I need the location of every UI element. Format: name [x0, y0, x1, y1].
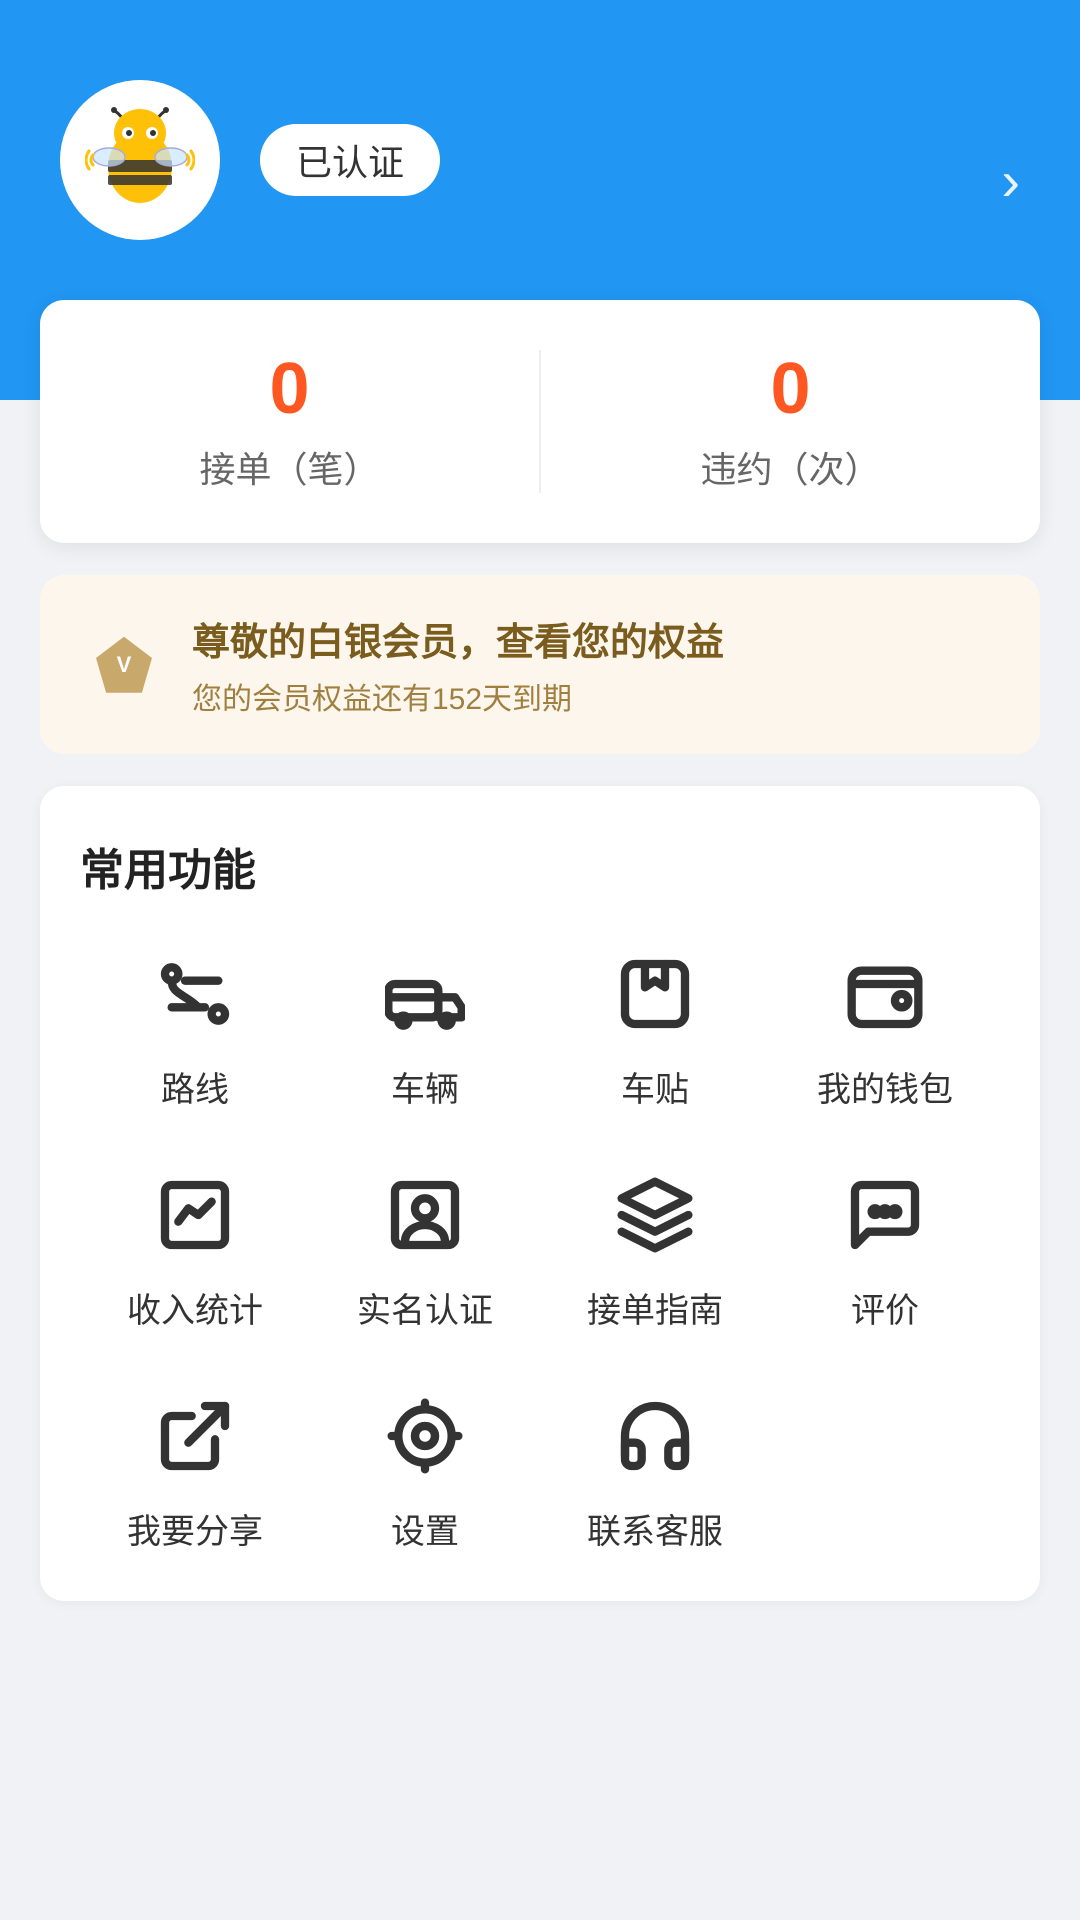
func-service[interactable]: 联系客服: [540, 1388, 770, 1553]
violations-number: 0: [541, 350, 1040, 429]
member-subtitle: 您的会员权益还有152天到期: [192, 674, 724, 718]
func-sticker[interactable]: 车贴: [540, 946, 770, 1111]
func-review[interactable]: 评价: [770, 1167, 1000, 1332]
func-service-label: 联系客服: [587, 1504, 723, 1553]
guide-icon: [607, 1167, 703, 1263]
functions-grid: 路线 车辆 车贴 我的钱包 收入统计: [80, 946, 1000, 1553]
service-icon: [607, 1388, 703, 1484]
func-wallet[interactable]: 我的钱包: [770, 946, 1000, 1111]
stats-card: 0 接单（笔） 0 违约（次）: [40, 300, 1040, 543]
functions-title: 常用功能: [80, 834, 1000, 898]
func-sticker-label: 车贴: [621, 1062, 689, 1111]
func-wallet-label: 我的钱包: [817, 1062, 953, 1111]
wallet-icon: [837, 946, 933, 1042]
verified-badge: 已认证: [260, 124, 440, 196]
func-guide-label: 接单指南: [587, 1283, 723, 1332]
member-banner[interactable]: V 尊敬的白银会员，查看您的权益 您的会员权益还有152天到期: [40, 575, 1040, 754]
func-review-label: 评价: [851, 1283, 919, 1332]
bee-icon: [85, 105, 195, 215]
vip-icon: V: [88, 629, 160, 701]
orders-label: 接单（笔）: [40, 441, 539, 493]
income-icon: [147, 1167, 243, 1263]
realname-icon: [377, 1167, 473, 1263]
vehicle-icon: [377, 946, 473, 1042]
func-realname-label: 实名认证: [357, 1283, 493, 1332]
func-share[interactable]: 我要分享: [80, 1388, 310, 1553]
member-text: 尊敬的白银会员，查看您的权益 您的会员权益还有152天到期: [192, 611, 724, 718]
func-realname[interactable]: 实名认证: [310, 1167, 540, 1332]
func-income[interactable]: 收入统计: [80, 1167, 310, 1332]
func-vehicle[interactable]: 车辆: [310, 946, 540, 1111]
vip-diamond-icon: V: [96, 637, 152, 693]
review-icon: [837, 1167, 933, 1263]
profile-arrow[interactable]: ›: [1001, 148, 1020, 213]
func-route[interactable]: 路线: [80, 946, 310, 1111]
share-icon: [147, 1388, 243, 1484]
stat-violations: 0 违约（次）: [541, 350, 1040, 493]
settings-icon: [377, 1388, 473, 1484]
func-route-label: 路线: [161, 1062, 229, 1111]
orders-number: 0: [40, 350, 539, 429]
func-settings-label: 设置: [391, 1504, 459, 1553]
avatar[interactable]: [60, 80, 220, 240]
func-share-label: 我要分享: [127, 1504, 263, 1553]
functions-card: 常用功能 路线 车辆 车贴 我的钱包: [40, 786, 1040, 1601]
func-income-label: 收入统计: [127, 1283, 263, 1332]
route-icon: [147, 946, 243, 1042]
func-vehicle-label: 车辆: [391, 1062, 459, 1111]
func-guide[interactable]: 接单指南: [540, 1167, 770, 1332]
violations-label: 违约（次）: [541, 441, 1040, 493]
sticker-icon: [607, 946, 703, 1042]
member-title: 尊敬的白银会员，查看您的权益: [192, 611, 724, 666]
func-settings[interactable]: 设置: [310, 1388, 540, 1553]
stat-orders: 0 接单（笔）: [40, 350, 541, 493]
